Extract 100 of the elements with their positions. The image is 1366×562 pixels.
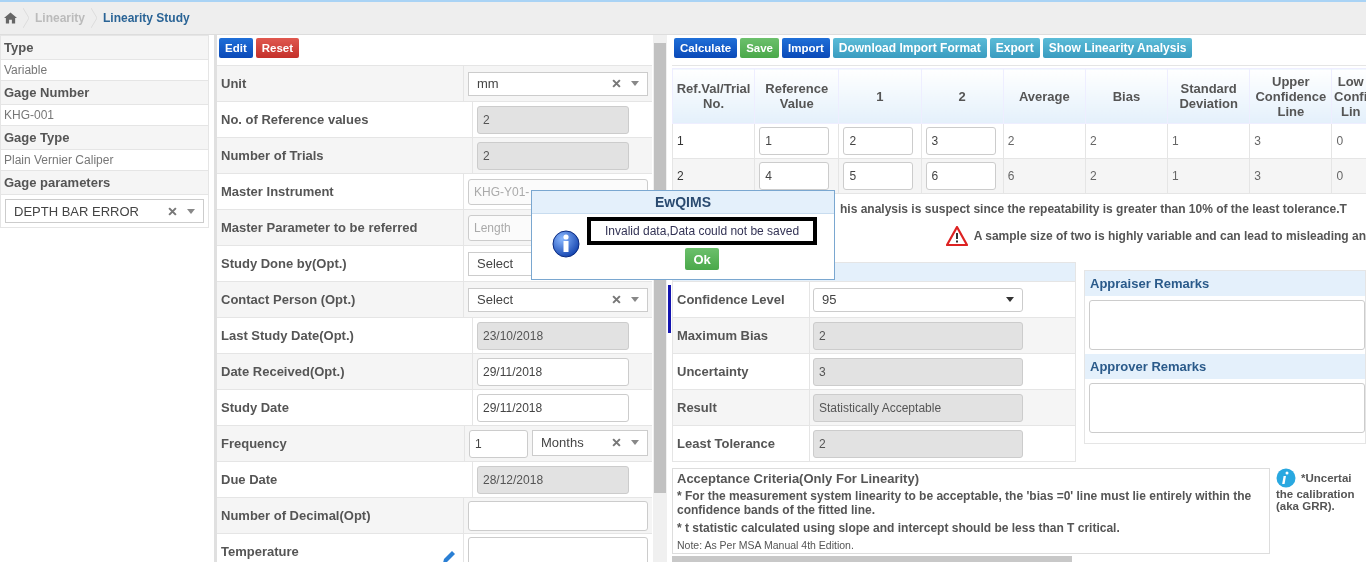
confidence-select[interactable]: 95	[813, 287, 1023, 312]
unit-select[interactable]: Months	[532, 429, 648, 456]
table-cell: 3	[1254, 169, 1261, 183]
home-icon[interactable]	[4, 12, 17, 24]
caret-icon	[631, 81, 639, 86]
field-label: Number of Decimal(Opt)	[221, 508, 371, 523]
criteria-title: Acceptance Criteria(Only For Linearity)	[677, 471, 920, 486]
warning-icon	[945, 226, 968, 246]
column-header: Ref.Val/Trial No.	[672, 68, 755, 124]
dialog-title: EwQIMS	[532, 191, 834, 214]
criteria-text: * t statistic calculated using slope and intercept should be less than T critical.	[677, 521, 1121, 535]
field-label: Due Date	[221, 472, 278, 487]
field-label: Temperature	[221, 544, 299, 559]
breadcrumb-link[interactable]: Linearity Study	[103, 11, 190, 25]
field-label: Frequency	[221, 436, 287, 451]
input-field[interactable]	[468, 536, 648, 562]
column-header: Reference Value	[754, 68, 839, 124]
table-cell: 2	[1007, 134, 1015, 148]
dialog-message: Invalid data,Data could not be saved	[587, 217, 818, 245]
caret-icon	[631, 297, 639, 302]
column-header: Bias	[1085, 68, 1168, 124]
table-cell: 1	[1172, 134, 1179, 148]
info-icon	[1276, 468, 1296, 488]
value-input[interactable]: 1	[759, 127, 830, 155]
column-header: Average	[1003, 68, 1086, 124]
toolbar-button[interactable]: Calculate	[674, 38, 738, 58]
panel-title: Approver Remarks	[1085, 354, 1365, 379]
field-label: Result	[677, 400, 717, 415]
readonly-field: 2	[813, 321, 1023, 350]
value-input[interactable]: 3	[925, 127, 996, 155]
field-value: Plain Vernier Caliper	[1, 150, 208, 171]
field-label: Study Done by(Opt.)	[221, 256, 347, 271]
table-cell: 1	[1172, 169, 1179, 183]
clear-icon[interactable]	[612, 79, 621, 88]
select-field[interactable]: mm	[468, 71, 648, 96]
field-label: Uncertainty	[677, 364, 749, 379]
field-label: Unit	[221, 76, 247, 91]
table-cell: 2	[1089, 134, 1097, 148]
warning-text: his analysis is suspect since the repeatability is greater than 10% of the least tolerance.T	[840, 202, 1347, 216]
caret-icon	[1006, 297, 1014, 302]
field-label: Date Received(Opt.)	[221, 364, 345, 379]
toolbar-button[interactable]: Reset	[255, 38, 300, 58]
note-text: the calibration	[1276, 488, 1356, 500]
value-input[interactable]: 2	[843, 127, 914, 155]
table-cell: 0	[1336, 134, 1344, 148]
caret-icon	[631, 440, 639, 445]
input-field[interactable]	[468, 500, 648, 531]
table-cell: 2	[1089, 169, 1097, 183]
readonly-field: 3	[813, 357, 1023, 386]
date-field[interactable]: 29/11/2018	[477, 393, 629, 422]
date-field[interactable]: 29/11/2018	[477, 357, 629, 386]
field-label: Number of Trials	[221, 148, 324, 163]
field-label: No. of Reference values	[221, 112, 369, 127]
clear-icon[interactable]	[168, 206, 177, 216]
field-label: Contact Person (Opt.)	[221, 292, 356, 307]
table-cell: 1	[677, 134, 684, 148]
field-label: Least Tolerance	[677, 436, 776, 451]
field-label: Confidence Level	[677, 292, 785, 307]
readonly-field: 28/12/2018	[477, 465, 629, 494]
frequency-field[interactable]: 1	[469, 429, 528, 458]
caret-icon	[187, 208, 195, 214]
field-label: Maximum Bias	[677, 328, 769, 343]
toolbar-button[interactable]: Edit	[219, 38, 253, 58]
pencil-icon[interactable]	[441, 549, 457, 562]
panel-title: Appraiser Remarks	[1085, 271, 1365, 296]
field-value: Variable	[1, 60, 208, 81]
value-input[interactable]: 5	[843, 162, 914, 190]
note-text: (aka GRR).	[1276, 500, 1336, 512]
field-label: Study Date	[221, 400, 289, 415]
readonly-field: Statistically Acceptable	[813, 393, 1023, 422]
value-input[interactable]: 6	[925, 162, 996, 190]
toolbar-button[interactable]: Import	[782, 38, 830, 58]
column-header: Low Confi Lin	[1331, 68, 1366, 124]
field-label: Master Parameter to be referred	[221, 220, 418, 235]
readonly-field: 23/10/2018	[477, 321, 629, 350]
readonly-field: 2	[813, 429, 1023, 458]
field-label: Master Instrument	[221, 184, 334, 199]
scrollbar[interactable]	[672, 556, 1072, 562]
parameter-select[interactable]: DEPTH BAR ERROR	[5, 199, 204, 223]
criteria-text: * For the measurement system linearity to be acceptable, the 'bias =0' line must lie entirely within the confidence bands of the fitted line.	[677, 489, 1253, 517]
table-cell: 3	[1254, 134, 1261, 148]
table-cell: 6	[1007, 169, 1015, 183]
table-cell: 0	[1336, 169, 1344, 183]
select-field[interactable]: Select	[468, 287, 648, 312]
column-header: Upper Confidence Line	[1249, 68, 1332, 124]
table-cell: 2	[677, 169, 684, 183]
clear-icon[interactable]	[612, 438, 621, 447]
column-header: 2	[921, 68, 1004, 124]
warning-text: A sample size of two is highly variable and can lead to misleading an	[973, 229, 1366, 243]
readonly-field: 2	[477, 105, 629, 134]
column-header: 1	[838, 68, 922, 124]
column-header: Standard Deviation	[1167, 68, 1250, 124]
clear-icon[interactable]	[612, 295, 621, 304]
note-text: Note: As Per MSA Manual 4th Edition.	[677, 539, 855, 551]
note-title: *Uncertai	[1301, 472, 1352, 484]
value-input[interactable]: 4	[759, 162, 830, 190]
field-label: Last Study Date(Opt.)	[221, 328, 354, 343]
info-icon	[552, 229, 580, 258]
readonly-field: 2	[477, 141, 629, 170]
field-value: KHG-001	[1, 105, 208, 126]
